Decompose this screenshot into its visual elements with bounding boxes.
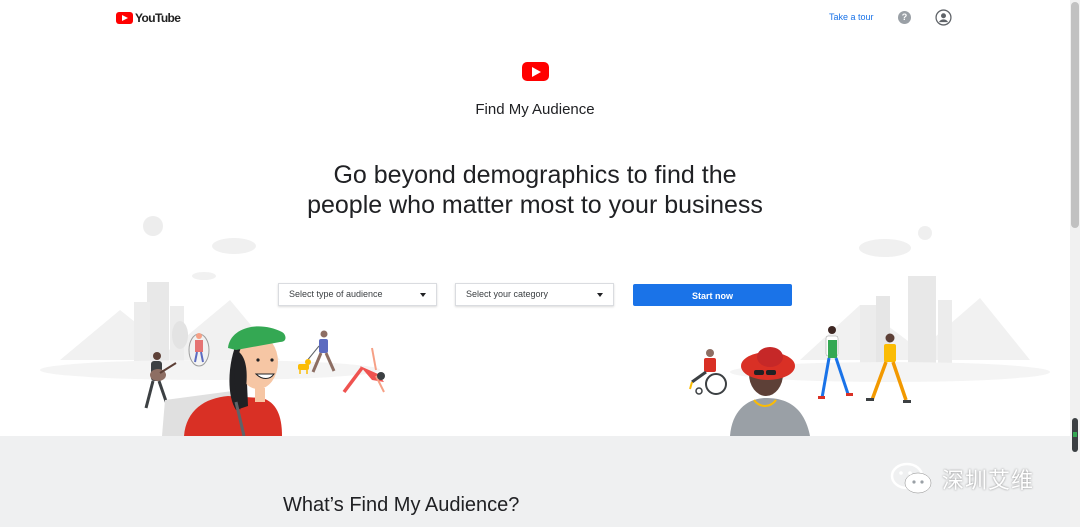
product-name: Find My Audience (475, 101, 595, 118)
audience-type-select-value: Select type of audience (289, 289, 383, 299)
youtube-logo-text: YouTube (135, 11, 181, 25)
scrollbar-extension-marker (1072, 418, 1078, 452)
vertical-scrollbar[interactable] (1070, 0, 1080, 527)
category-select[interactable]: Select your category (455, 283, 614, 306)
section-title: What’s Find My Audience? (283, 494, 520, 516)
watermark-text: 深圳艾维 (942, 469, 1035, 494)
hero-illustration (40, 216, 1050, 436)
scrollbar-thumb[interactable] (1071, 2, 1079, 228)
category-select-value: Select your category (466, 289, 549, 299)
wechat-logo-icon (890, 462, 932, 494)
top-bar: YouTube Take a tour ? (0, 0, 1070, 36)
audience-type-select[interactable]: Select type of audience (278, 283, 437, 306)
caret-down-icon (420, 293, 426, 297)
youtube-hero-logo-icon (522, 62, 549, 81)
help-icon[interactable]: ? (898, 11, 911, 24)
youtube-play-icon (116, 12, 133, 24)
headline-line-1: Go beyond demographics to find the (333, 161, 737, 189)
start-now-button[interactable]: Start now (633, 284, 792, 306)
account-icon[interactable] (935, 9, 952, 31)
page: YouTube Take a tour ? Find My Audience G… (0, 0, 1070, 527)
take-a-tour-link[interactable]: Take a tour (829, 12, 874, 22)
wechat-watermark: 深圳艾维 (890, 462, 1034, 496)
youtube-logo[interactable]: YouTube (116, 11, 181, 25)
caret-down-icon (597, 293, 603, 297)
